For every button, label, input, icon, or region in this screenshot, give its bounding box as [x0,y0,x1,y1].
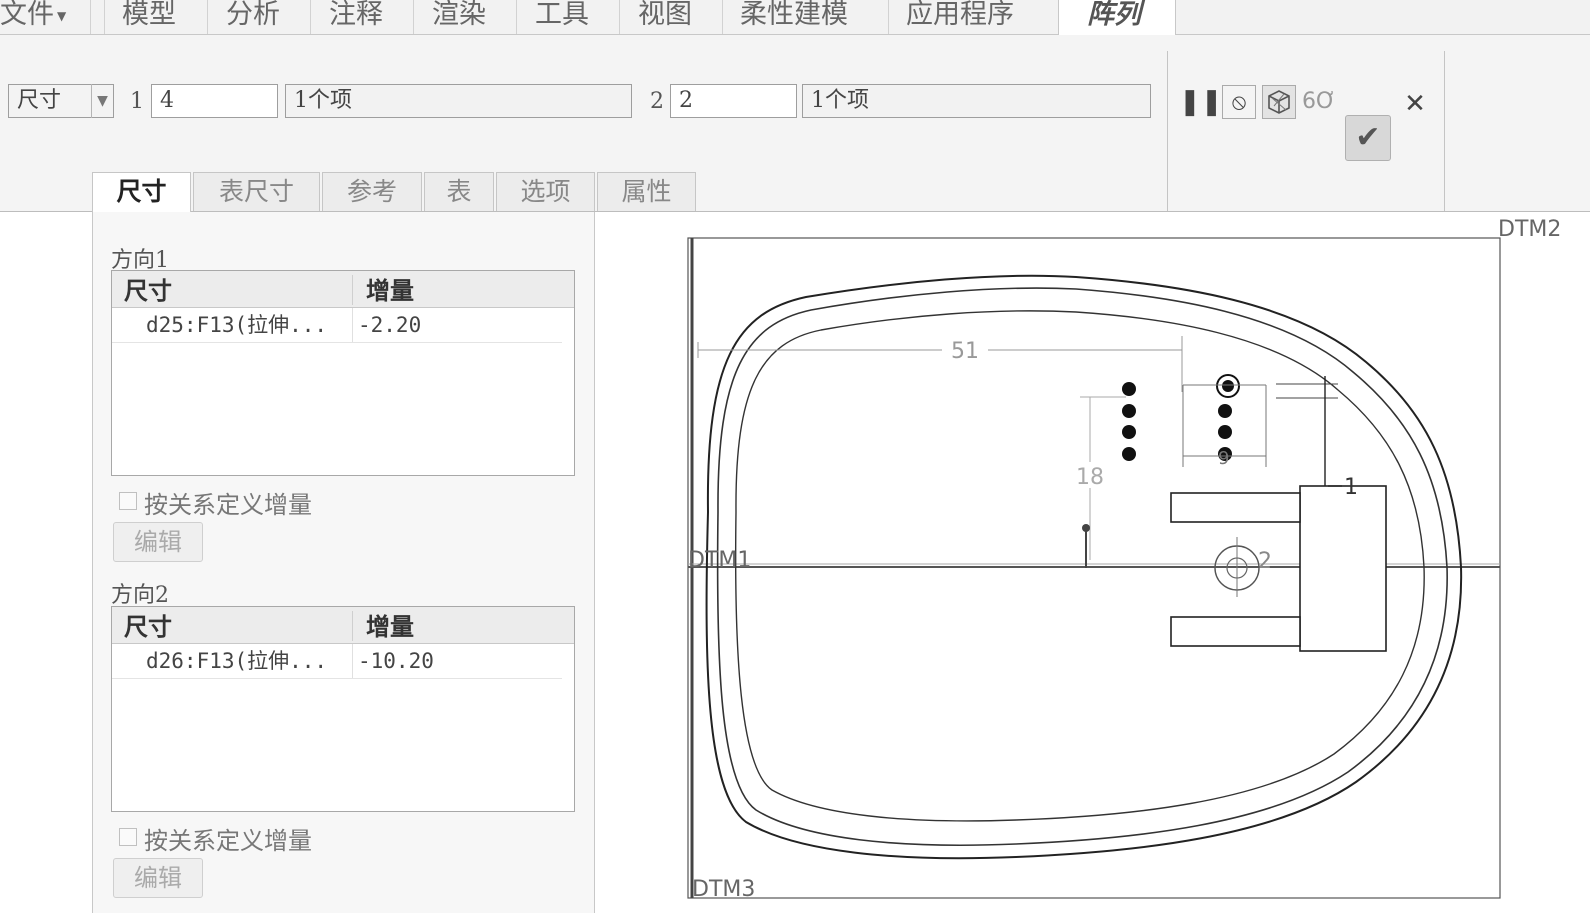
direction1-label: 1 [130,89,144,114]
direction2-count-input[interactable]: 2 [670,84,797,118]
column-dimension: 尺寸 [124,612,172,641]
menu-divider [722,0,723,34]
table-header: 尺寸 增量 [112,607,574,644]
preview-geometry-icon[interactable] [1262,85,1296,119]
dimension-1[interactable]: 1 [1344,475,1358,500]
pattern-point[interactable] [1218,404,1232,418]
tab-tables[interactable]: 表 [424,172,494,211]
tab-properties[interactable]: 属性 [597,172,696,211]
pattern-point[interactable] [1122,447,1136,461]
pattern-point[interactable] [1122,404,1136,418]
table-header: 尺寸 增量 [112,271,574,308]
glasses-icon[interactable]: 6Ơ [1302,85,1336,119]
graphics-window[interactable]: 51 18 9 1 2 DTM2 DTM1 DTM3 [596,212,1590,913]
pattern-point[interactable] [1122,382,1136,396]
edit-button-dir1[interactable]: 编辑 [113,522,203,562]
divider [1167,51,1168,211]
menu-analysis[interactable]: 分析 [226,0,280,34]
menu-file[interactable]: 文件 ▼ [0,0,66,34]
rib-lower [1170,616,1301,647]
rib-upper [1170,492,1301,523]
datum-dtm2-label[interactable]: DTM2 [1498,217,1561,242]
direction2-title: 方向2 [111,583,169,608]
menu-applications[interactable]: 应用程序 [906,0,1014,34]
axis-label[interactable]: 2 [1258,549,1272,574]
dimension-18[interactable]: 18 [1076,465,1104,490]
menu-divider [104,0,105,34]
menu-flexible-modeling[interactable]: 柔性建模 [740,0,848,34]
menu-divider [207,0,208,34]
table-row[interactable]: d25:F13(拉伸... -2.20 [112,308,562,343]
row-dimension: d25:F13(拉伸... [146,313,328,337]
no-preview-icon[interactable]: ⦸ [1222,85,1256,119]
cell-divider [352,644,353,678]
menu-divider [619,0,620,34]
direction2-table[interactable]: 尺寸 增量 d26:F13(拉伸... -10.20 [111,606,575,812]
dimensions-panel: 方向1 尺寸 增量 d25:F13(拉伸... -2.20 按关系定义增量 编辑… [92,212,595,913]
table-row[interactable]: d26:F13(拉伸... -10.20 [112,644,562,679]
datum-dtm1-label[interactable]: DTM1 [688,548,751,573]
menu-divider [413,0,414,34]
menu-view[interactable]: 视图 [638,0,692,34]
tab-dimensions[interactable]: 尺寸 [92,172,191,212]
boss-rectangle [1299,485,1387,652]
tab-table-dimensions[interactable]: 表尺寸 [193,172,320,211]
edit-button-dir2[interactable]: 编辑 [113,858,203,898]
menu-model[interactable]: 模型 [122,0,176,34]
column-divider [352,275,353,305]
close-icon[interactable]: ✕ [1398,87,1432,121]
menu-divider [516,0,517,34]
cube-icon [1268,90,1290,114]
column-increment: 增量 [366,276,414,305]
row-increment[interactable]: -2.20 [358,308,421,342]
divider [1444,51,1445,211]
direction1-table[interactable]: 尺寸 增量 d25:F13(拉伸... -2.20 [111,270,575,476]
relation-checkbox-dir2[interactable] [119,828,137,846]
direction1-count-input[interactable]: 4 [151,84,278,118]
chevron-down-icon: ▼ [57,8,67,23]
menu-annotate[interactable]: 注释 [329,0,383,34]
chevron-down-icon[interactable]: ▼ [91,84,113,118]
tab-references[interactable]: 参考 [322,172,422,211]
tab-pattern[interactable]: 阵列 [1058,0,1176,35]
datum-dtm3-label[interactable]: DTM3 [692,877,755,902]
relation-checkbox-label: 按关系定义增量 [144,827,312,855]
dimension-51[interactable]: 51 [951,339,979,364]
row-increment[interactable]: -10.20 [358,644,434,678]
relation-checkbox-dir1[interactable] [119,492,137,510]
cell-divider [352,308,353,342]
menu-file-label: 文件 [0,0,54,30]
menu-render[interactable]: 渲染 [432,0,486,34]
menu-divider [888,0,889,34]
menu-tools[interactable]: 工具 [535,0,589,34]
column-increment: 增量 [366,612,414,641]
menu-divider [90,0,91,34]
pattern-point[interactable] [1122,425,1136,439]
checkmark-icon[interactable]: ✔ [1345,115,1391,161]
column-divider [352,611,353,641]
tab-pattern-label: 阵列 [1087,0,1141,30]
direction1-items-collector[interactable]: 1个项 [285,84,632,118]
pattern-type-value: 尺寸 [17,88,62,113]
row-dimension: d26:F13(拉伸... [146,649,328,673]
pattern-type-select[interactable]: 尺寸 ▼ [8,84,114,118]
column-dimension: 尺寸 [124,276,172,305]
direction2-label: 2 [650,89,664,114]
origin-point [1082,524,1090,532]
direction2-items-collector[interactable]: 1个项 [802,84,1151,118]
tab-options[interactable]: 选项 [496,172,595,211]
menu-divider [310,0,311,34]
pattern-point[interactable] [1222,380,1234,392]
dimension-9[interactable]: 9 [1218,448,1229,469]
menu-bar: 文件 ▼ 模型 分析 注释 渲染 工具 视图 柔性建模 应用程序 阵列 [0,0,1590,35]
pause-icon[interactable]: ❚❚ [1179,85,1223,119]
pattern-point[interactable] [1218,425,1232,439]
relation-checkbox-label: 按关系定义增量 [144,491,312,519]
